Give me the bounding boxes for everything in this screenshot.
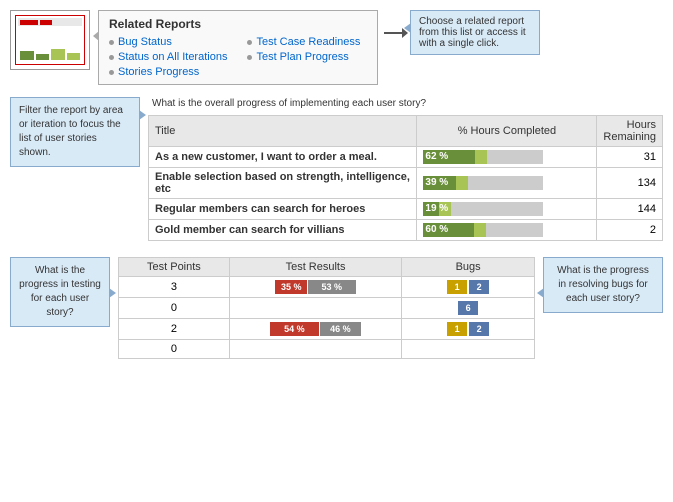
test-results-bar: 35 %53 % [275,280,355,294]
related-reports-callout: Choose a related report from this list o… [410,10,540,55]
report-thumbnail[interactable] [10,10,90,70]
story-progress-cell: 62 % [417,147,597,168]
bugs-cell: 12 [402,277,535,298]
hours-remaining-cell: 134 [597,168,663,199]
bugs-cell: 6 [402,298,535,319]
progress-bar-wrapper: 39 % [423,176,543,190]
test-results-bar: 54 %46 % [270,322,361,336]
test-col-results: Test Results [229,258,401,277]
bug-bar: 12 [447,322,489,336]
testing-callout: What is the progress in testing for each… [10,257,110,327]
hours-remaining-cell: 31 [597,147,663,168]
test-results-cell [229,340,401,359]
bug-bar: 6 [458,301,478,315]
test-points-cell: 0 [119,340,230,359]
test-results-cell: 54 %46 % [229,319,401,340]
bug-segment: 2 [469,280,489,294]
story-row: Regular members can search for heroes 19 … [149,199,663,220]
progress-bar-container: 60 % [423,223,590,237]
test-row: 06 [119,298,535,319]
report-link-all-iterations[interactable]: Status on All Iterations [109,51,227,63]
bug-segment: 2 [469,322,489,336]
test-row: 3 35 %53 % 12 [119,277,535,298]
bugs-callout: What is the progress in resolving bugs f… [543,257,663,313]
progress-bar-wrapper: 62 % [423,150,543,164]
hours-remaining-cell: 144 [597,199,663,220]
hours-remaining-cell: 2 [597,220,663,241]
main-table-wrapper: What is the overall progress of implemen… [148,97,663,241]
bullet-icon [109,70,114,75]
bullet-icon [109,40,114,45]
bugs-cell [402,340,535,359]
bugs-cell: 12 [402,319,535,340]
progress-bar-wrapper: 19 % [423,202,543,216]
test-bar-segment: 53 % [308,280,356,294]
test-bar-segment: 54 % [270,322,319,336]
progress-bar-container: 39 % [423,176,590,190]
progress-bar-container: 19 % [423,202,590,216]
test-row: 254 %46 %12 [119,319,535,340]
test-col-points: Test Points [119,258,230,277]
bullet-icon [247,55,252,60]
related-reports-popup: Related Reports Bug Status Status on All… [98,10,378,85]
report-link-test-case-readiness[interactable]: Test Case Readiness [247,36,360,48]
top-section: Related Reports Bug Status Status on All… [0,0,673,93]
stories-table: Title % Hours Completed HoursRemaining A… [148,115,663,241]
col-left: Bug Status Status on All Iterations Stor… [109,36,227,78]
test-results-cell [229,298,401,319]
test-bar-segment: 35 % [275,280,307,294]
test-col-bugs: Bugs [402,258,535,277]
story-title-cell: Regular members can search for heroes [149,199,417,220]
story-row: As a new customer, I want to order a mea… [149,147,663,168]
middle-section: Filter the report by area or iteration t… [0,93,673,245]
col-header-pct: % Hours Completed [417,116,597,147]
progress-callout: What is the overall progress of implemen… [148,97,663,111]
test-row: 0 [119,340,535,359]
story-title-cell: Enable selection based on strength, inte… [149,168,417,199]
bug-segment: 6 [458,301,478,315]
progress-bar-container: 62 % [423,150,590,164]
report-link-stories-progress[interactable]: Stories Progress [109,66,227,78]
story-title-cell: As a new customer, I want to order a mea… [149,147,417,168]
test-table: Test Points Test Results Bugs 3 35 %53 % 1… [118,257,535,359]
filter-callout: Filter the report by area or iteration t… [10,97,140,167]
related-reports-title: Related Reports [109,17,367,31]
report-link-test-plan-progress[interactable]: Test Plan Progress [247,51,360,63]
progress-bar-wrapper: 60 % [423,223,543,237]
report-link-bug-status[interactable]: Bug Status [109,36,227,48]
story-row: Gold member can search for villians 60 % 2 [149,220,663,241]
arrow-callout-wrapper: Choose a related report from this list o… [386,10,540,55]
story-row: Enable selection based on strength, inte… [149,168,663,199]
bug-segment: 1 [447,322,467,336]
col-header-hours: HoursRemaining [597,116,663,147]
test-results-cell: 35 %53 % [229,277,401,298]
bullet-icon [109,55,114,60]
test-bar-segment: 46 % [320,322,361,336]
related-reports-cols: Bug Status Status on All Iterations Stor… [109,36,367,78]
test-points-cell: 3 [119,277,230,298]
story-progress-cell: 60 % [417,220,597,241]
bug-segment: 1 [447,280,467,294]
story-progress-cell: 19 % [417,199,597,220]
bullet-icon [247,40,252,45]
story-title-cell: Gold member can search for villians [149,220,417,241]
bug-bar: 12 [447,280,489,294]
bottom-section: What is the progress in testing for each… [0,249,673,363]
thumbnail-inner [15,15,85,65]
col-header-title: Title [149,116,417,147]
test-points-cell: 2 [119,319,230,340]
story-progress-cell: 39 % [417,168,597,199]
col-right: Test Case Readiness Test Plan Progress [247,36,360,78]
test-table-wrapper: Test Points Test Results Bugs 3 35 %53 % 1… [118,257,535,359]
test-points-cell: 0 [119,298,230,319]
